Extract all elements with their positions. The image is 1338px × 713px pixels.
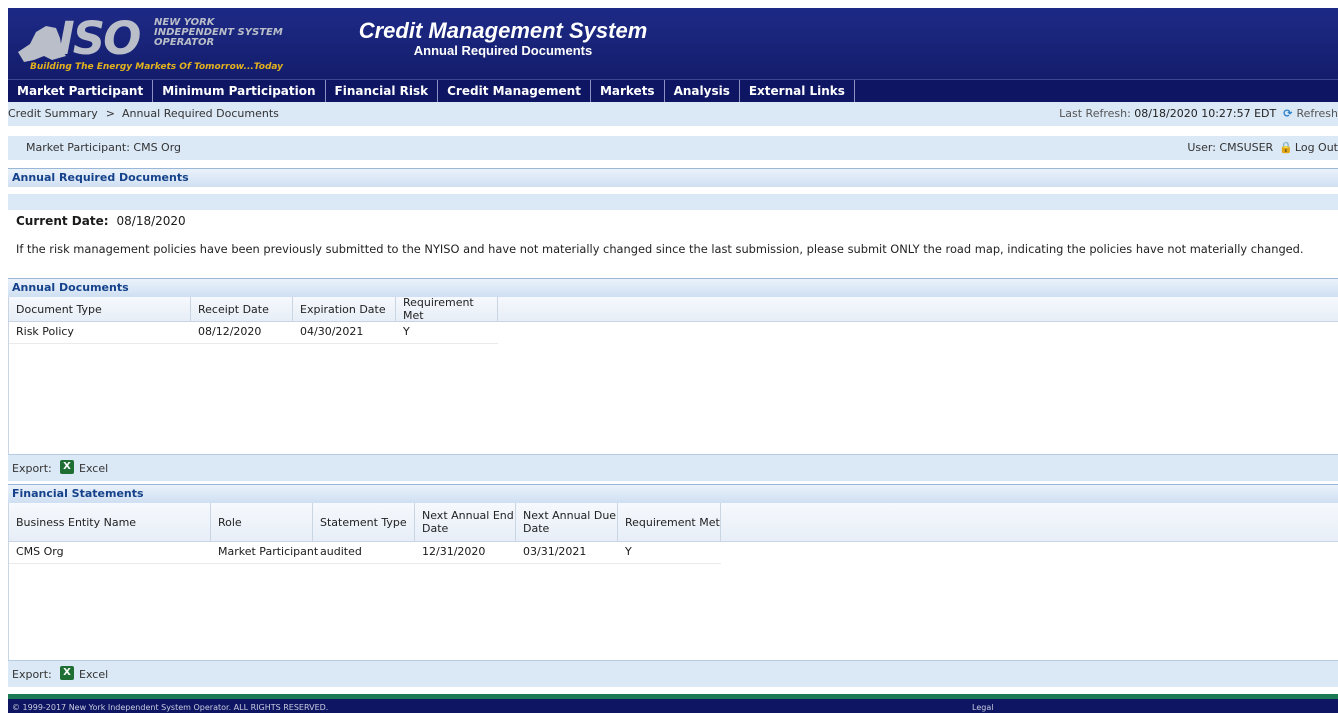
- current-date-value: 08/18/2020: [116, 214, 186, 228]
- app-title: Credit Management System: [358, 18, 648, 43]
- nav-external-links[interactable]: External Links: [740, 80, 855, 102]
- column-header-role[interactable]: Role: [211, 503, 313, 541]
- logout-button[interactable]: Log Out: [1295, 141, 1338, 154]
- breadcrumb-credit-summary[interactable]: Credit Summary: [8, 107, 98, 120]
- panel-header-financial-statements: Financial Statements: [8, 484, 1338, 503]
- panel-header-annual-documents: Annual Documents: [8, 278, 1338, 297]
- page-subtitle: Annual Required Documents: [413, 43, 593, 58]
- export-label: Export:: [12, 462, 52, 475]
- app-banner: ISO NEW YORK INDEPENDENT SYSTEM OPERATOR…: [8, 8, 1338, 79]
- nav-markets[interactable]: Markets: [591, 80, 665, 102]
- cell-statement-type: audited: [320, 545, 362, 558]
- panel-title-financial-statements: Financial Statements: [12, 487, 144, 500]
- cell-expiration-date: 04/30/2021: [300, 325, 364, 338]
- market-participant-value: CMS Org: [133, 141, 182, 154]
- cell-role: Market Participant: [218, 545, 319, 558]
- footer-copyright: © 1999-2017 New York Independent System …: [12, 703, 329, 712]
- footer-legal-link[interactable]: Legal: [972, 703, 993, 712]
- user-bar: Market Participant: CMS Org User: CMSUSE…: [8, 136, 1338, 160]
- last-refresh-label: Last Refresh:: [1059, 107, 1131, 120]
- column-header-receipt-date[interactable]: Receipt Date: [191, 297, 293, 321]
- breadcrumb-bar: Credit Summary > Annual Required Documents…: [8, 102, 1338, 126]
- nav-analysis[interactable]: Analysis: [665, 80, 740, 102]
- cell-business-entity-name: CMS Org: [16, 545, 64, 558]
- financial-statements-grid: Business Entity Name Role Statement Type…: [8, 503, 1338, 660]
- export-label: Export:: [12, 668, 52, 681]
- footer: © 1999-2017 New York Independent System …: [8, 699, 1338, 713]
- section-subbar: [8, 194, 1338, 210]
- breadcrumb: Credit Summary > Annual Required Documents: [8, 107, 279, 120]
- column-header-requirement-met[interactable]: Requirement Met: [618, 503, 721, 541]
- cell-next-annual-due-date: 03/31/2021: [523, 545, 587, 558]
- last-refresh-value: 08/18/2020 10:27:57 EDT: [1134, 107, 1277, 120]
- column-header-statement-type[interactable]: Statement Type: [313, 503, 415, 541]
- logo-tagline: Building The Energy Markets Of Tomorrow.…: [30, 62, 284, 72]
- refresh-icon[interactable]: ⟳: [1283, 107, 1292, 120]
- panel-title-annual-documents: Annual Documents: [12, 281, 129, 294]
- column-header-next-annual-end-date[interactable]: Next Annual End Date: [415, 503, 516, 541]
- risk-policy-notice: If the risk management policies have bee…: [16, 242, 1304, 256]
- market-participant-label: Market Participant:: [26, 141, 130, 154]
- excel-icon[interactable]: X: [60, 666, 74, 680]
- nav-financial-risk[interactable]: Financial Risk: [326, 80, 439, 102]
- refresh-info: Last Refresh: 08/18/2020 10:27:57 EDT ⟳ Re…: [1059, 107, 1338, 120]
- nav-minimum-participation[interactable]: Minimum Participation: [153, 80, 326, 102]
- export-excel-button[interactable]: Excel: [79, 462, 108, 475]
- column-header-next-annual-due-date[interactable]: Next Annual Due Date: [516, 503, 618, 541]
- user-name: CMSUSER: [1219, 141, 1274, 154]
- nav-credit-management[interactable]: Credit Management: [438, 80, 591, 102]
- current-date: Current Date: 08/18/2020: [16, 214, 186, 228]
- logout-icon[interactable]: 🔒: [1279, 141, 1293, 154]
- market-participant-info: Market Participant: CMS Org: [26, 141, 181, 154]
- cell-requirement-met: Y: [625, 545, 632, 558]
- nav-market-participant[interactable]: Market Participant: [8, 80, 154, 102]
- cell-document-type: Risk Policy: [16, 325, 74, 338]
- cell-receipt-date: 08/12/2020: [198, 325, 262, 338]
- user-label: User:: [1187, 141, 1216, 154]
- column-header-requirement-met[interactable]: Requirement Met: [396, 296, 498, 322]
- annual-documents-grid-header: Document Type Receipt Date Expiration Da…: [9, 296, 1338, 322]
- logo-org-name: NEW YORK INDEPENDENT SYSTEM OPERATOR: [154, 17, 283, 48]
- main-nav: Market Participant Minimum Participation…: [8, 79, 1338, 102]
- section-header-annual-required-documents: Annual Required Documents: [8, 168, 1338, 187]
- column-header-business-entity-name[interactable]: Business Entity Name: [9, 503, 211, 541]
- column-header-document-type[interactable]: Document Type: [9, 297, 191, 321]
- breadcrumb-current: Annual Required Documents: [121, 107, 279, 120]
- current-date-label: Current Date:: [16, 214, 109, 228]
- cell-requirement-met: Y: [403, 325, 410, 338]
- export-excel-button[interactable]: Excel: [79, 668, 108, 681]
- export-bar-financial-statements: Export: X Excel: [8, 660, 1338, 687]
- nyiso-logo[interactable]: ISO NEW YORK INDEPENDENT SYSTEM OPERATOR…: [16, 14, 306, 74]
- column-header-expiration-date[interactable]: Expiration Date: [293, 297, 396, 321]
- section-title: Annual Required Documents: [12, 171, 189, 184]
- annual-documents-grid: Document Type Receipt Date Expiration Da…: [8, 296, 1338, 454]
- page: ISO NEW YORK INDEPENDENT SYSTEM OPERATOR…: [8, 8, 1338, 713]
- user-info: User: CMSUSER 🔒 Log Out: [1187, 141, 1338, 154]
- logo-iso-text: ISO: [58, 12, 141, 65]
- excel-icon[interactable]: X: [60, 460, 74, 474]
- table-row[interactable]: Risk Policy 08/12/2020 04/30/2021 Y: [9, 321, 498, 344]
- breadcrumb-separator: >: [105, 107, 115, 120]
- cell-next-annual-end-date: 12/31/2020: [422, 545, 486, 558]
- financial-statements-grid-header: Business Entity Name Role Statement Type…: [9, 503, 1338, 542]
- export-bar-annual-documents: Export: X Excel: [8, 454, 1338, 481]
- refresh-button[interactable]: Refresh: [1296, 107, 1338, 120]
- table-row[interactable]: CMS Org Market Participant audited 12/31…: [9, 541, 721, 564]
- app-title-block: Credit Management System Annual Required…: [353, 18, 653, 59]
